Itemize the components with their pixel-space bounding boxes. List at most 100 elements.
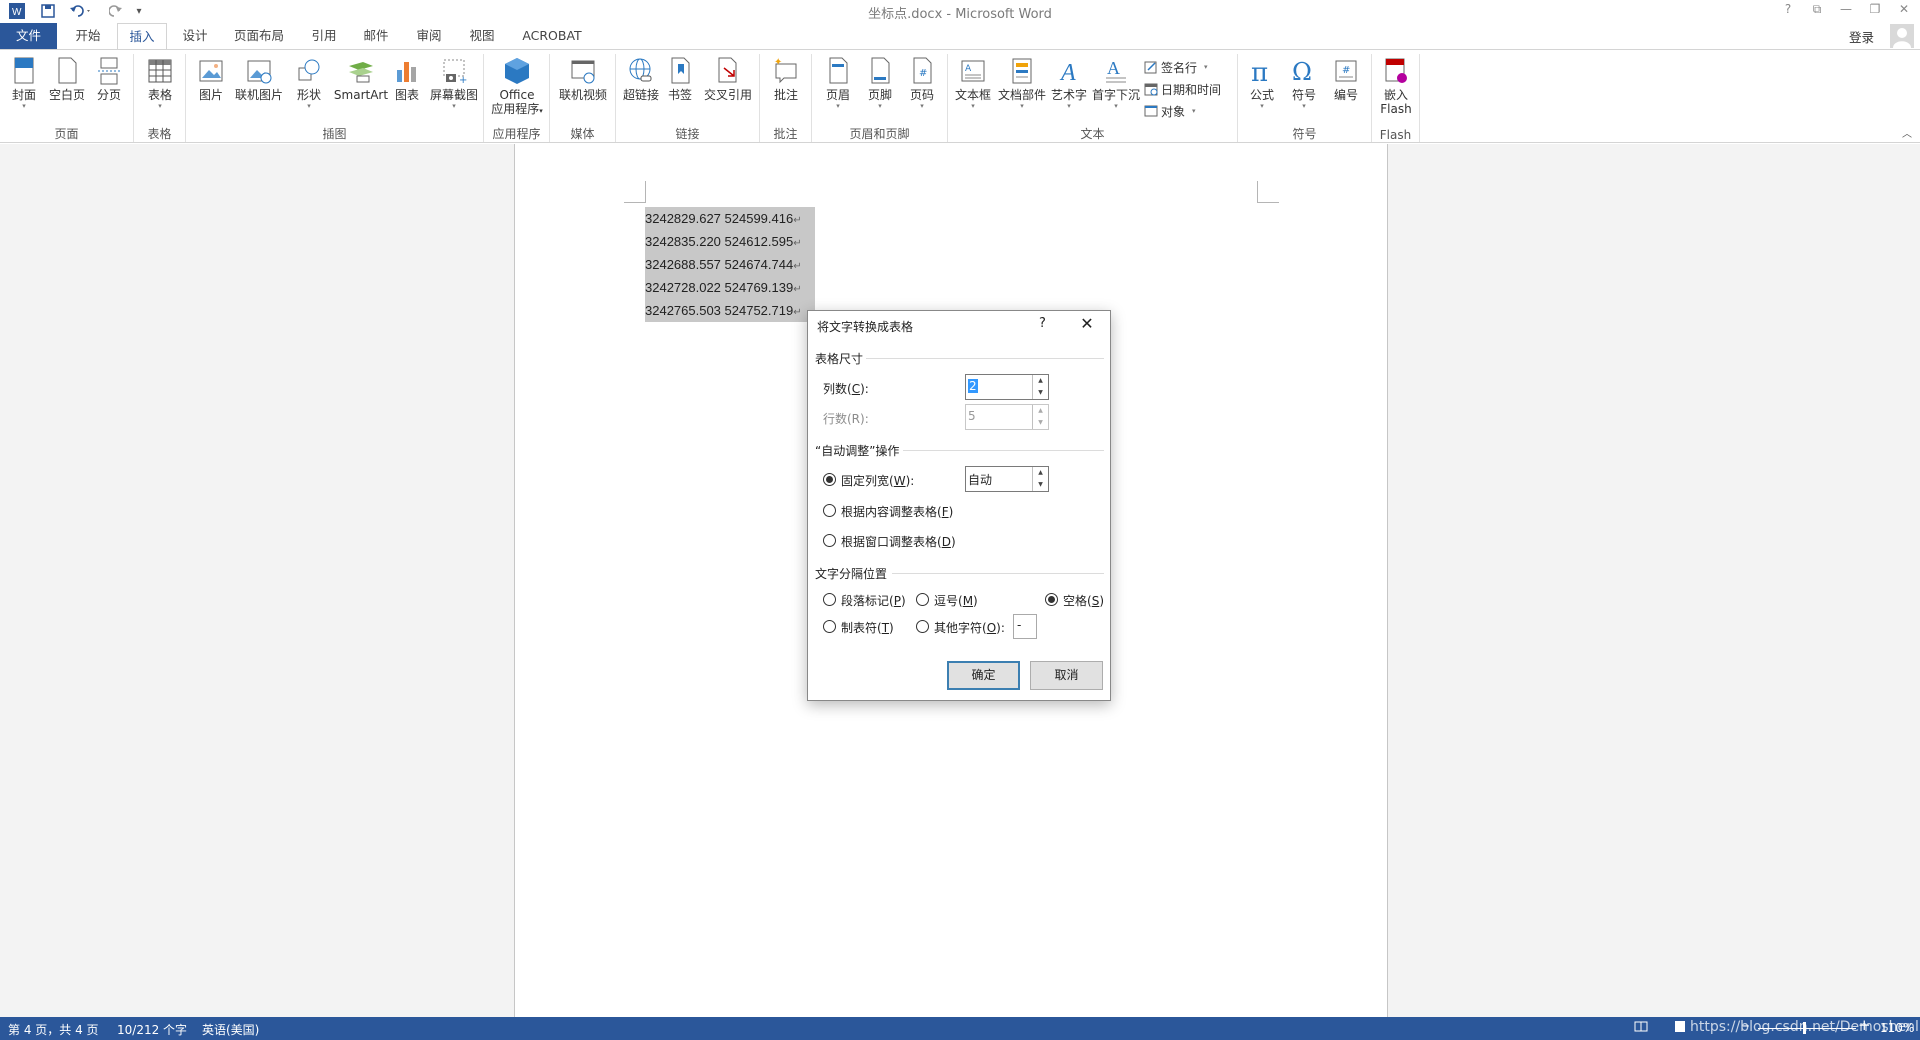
embed-flash-button[interactable]: 嵌入 Flash (1376, 56, 1416, 116)
ribbon-display-options-icon[interactable]: ⧉ (1803, 2, 1831, 20)
tab-mailings[interactable]: 邮件 (355, 23, 397, 49)
page-break-button[interactable]: 分页 (92, 56, 126, 102)
fixed-width-value[interactable]: 自动 (968, 471, 992, 488)
language-indicator[interactable]: 英语(美国) (202, 1021, 259, 1038)
drop-cap-button[interactable]: A 首字下沉 ▾ (1090, 56, 1142, 110)
status-bar: 第 4 页，共 4 页 10/212 个字 英语(美国) https://blo… (0, 1016, 1920, 1040)
read-mode-icon[interactable] (1634, 1019, 1650, 1037)
text-line[interactable]: 3242835.220 524612.595↵ (645, 230, 815, 253)
sep-other-input[interactable]: - (1013, 614, 1037, 639)
sign-in-link[interactable]: 登录 (1849, 27, 1874, 46)
tab-acrobat[interactable]: ACROBAT (515, 23, 589, 49)
spin-up-icon[interactable]: ▲ (1033, 467, 1048, 479)
number-button[interactable]: # 编号 (1326, 56, 1366, 102)
text-box-button[interactable]: A 文本框 ▾ (952, 56, 994, 110)
sep-space-radio[interactable] (1045, 593, 1058, 606)
tab-review[interactable]: 审阅 (408, 23, 450, 49)
hyperlink-icon (629, 58, 652, 82)
fixed-width-stepper[interactable]: 自动 ▲ ▼ (965, 466, 1049, 492)
new-comment-button[interactable]: ✦ 批注 (766, 56, 806, 102)
online-video-button[interactable]: 联机视频 (556, 56, 610, 102)
spin-down-icon[interactable]: ▼ (1033, 479, 1048, 491)
sep-space-label[interactable]: 空格(S) (1063, 592, 1104, 609)
section-divider (866, 358, 1104, 359)
chart-button[interactable]: 图表 (390, 56, 424, 102)
page-number-button[interactable]: # 页码 ▾ (902, 56, 942, 110)
group-label-symbols: 符号 (1292, 127, 1317, 141)
text-line[interactable]: 3242765.503 524752.719↵ (645, 299, 815, 322)
zoom-out-icon[interactable]: – (1742, 1016, 1750, 1034)
cancel-button[interactable]: 取消 (1030, 661, 1103, 690)
object-icon (1144, 105, 1158, 117)
minimize-icon[interactable]: — (1832, 2, 1860, 20)
quick-parts-button[interactable]: 文档部件 ▾ (996, 56, 1048, 110)
blank-page-button[interactable]: 空白页 (46, 56, 88, 102)
wordart-button[interactable]: A 艺术字 ▾ (1048, 56, 1090, 110)
page-count[interactable]: 第 4 页，共 4 页 (8, 1021, 99, 1038)
text-line[interactable]: 3242829.627 524599.416↵ (645, 207, 815, 230)
fixed-width-radio[interactable] (823, 473, 836, 486)
sep-paragraph-radio[interactable] (823, 593, 836, 606)
header-button[interactable]: 页眉 ▾ (818, 56, 858, 110)
cross-reference-icon (718, 57, 737, 83)
sep-paragraph-label[interactable]: 段落标记(P) (841, 592, 906, 609)
avatar[interactable] (1890, 24, 1914, 48)
object-button[interactable]: 对象 ▾ (1144, 102, 1196, 120)
columns-stepper[interactable]: 2 ▲ ▼ (965, 374, 1049, 400)
sep-tab-label[interactable]: 制表符(T) (841, 619, 894, 636)
bookmark-button[interactable]: 书签 (664, 56, 696, 102)
word-count[interactable]: 10/212 个字 (117, 1021, 187, 1038)
tab-home[interactable]: 开始 (67, 23, 109, 49)
columns-value[interactable]: 2 (968, 379, 978, 393)
office-apps-button[interactable]: Office 应用程序▾ (486, 56, 548, 118)
cross-reference-button[interactable]: 交叉引用 (700, 56, 756, 102)
zoom-slider-thumb[interactable] (1803, 1022, 1806, 1034)
autofit-window-radio[interactable] (823, 534, 836, 547)
autofit-window-label[interactable]: 根据窗口调整表格(D) (841, 533, 956, 550)
close-window-icon[interactable]: ✕ (1890, 2, 1918, 20)
text-line[interactable]: 3242688.557 524674.744↵ (645, 253, 815, 276)
zoom-level[interactable]: 110% (1880, 1021, 1914, 1035)
pictures-button[interactable]: 图片 (194, 56, 228, 102)
zoom-slider[interactable] (1758, 1028, 1856, 1029)
ok-button[interactable]: 确定 (947, 661, 1020, 690)
tab-design[interactable]: 设计 (174, 23, 216, 49)
dialog-help-button[interactable]: ? (1039, 316, 1046, 331)
fixed-width-label[interactable]: 固定列宽(W): (841, 472, 914, 489)
autofit-content-label[interactable]: 根据内容调整表格(F) (841, 503, 953, 520)
smartart-button[interactable]: SmartArt (330, 56, 392, 102)
tab-insert[interactable]: 插入 (117, 23, 167, 50)
hyperlink-button[interactable]: 超链接 (620, 56, 662, 102)
spin-up-icon[interactable]: ▲ (1033, 375, 1048, 387)
collapse-ribbon-icon[interactable]: ︿ (1902, 125, 1912, 140)
autofit-content-radio[interactable] (823, 504, 836, 517)
sep-comma-label[interactable]: 逗号(M) (934, 592, 978, 609)
shapes-button[interactable]: 形状 ▾ (290, 56, 328, 110)
dialog-close-icon[interactable]: ✕ (1076, 314, 1098, 334)
footer-button[interactable]: 页脚 ▾ (860, 56, 900, 110)
signature-line-button[interactable]: 签名行 ▾ (1144, 58, 1208, 76)
tab-layout[interactable]: 页面布局 (226, 23, 292, 49)
columns-spin-arrows[interactable]: ▲ ▼ (1032, 375, 1048, 399)
spin-down-icon[interactable]: ▼ (1033, 387, 1048, 399)
text-line[interactable]: 3242728.022 524769.139↵ (645, 276, 815, 299)
fixed-width-spin-arrows[interactable]: ▲ ▼ (1032, 467, 1048, 491)
print-layout-icon[interactable] (1673, 1019, 1689, 1037)
symbol-button[interactable]: Ω 符号 ▾ (1284, 56, 1324, 110)
screenshot-button[interactable]: + 屏幕截图 ▾ (426, 56, 482, 110)
tab-references[interactable]: 引用 (303, 23, 345, 49)
tab-view[interactable]: 视图 (461, 23, 503, 49)
sep-other-label[interactable]: 其他字符(O): (934, 619, 1005, 636)
zoom-in-icon[interactable]: + (1858, 1016, 1871, 1034)
restore-icon[interactable]: ❐ (1861, 2, 1889, 20)
date-time-button[interactable]: 日期和时间 (1144, 80, 1221, 98)
help-button[interactable]: ? (1774, 2, 1802, 20)
cover-page-button[interactable]: 封面 ▾ (6, 56, 42, 110)
tab-file[interactable]: 文件 (0, 23, 57, 49)
sep-comma-radio[interactable] (916, 593, 929, 606)
online-pictures-button[interactable]: 联机图片 (232, 56, 286, 102)
sep-other-radio[interactable] (916, 620, 929, 633)
table-button[interactable]: 表格 ▾ (140, 56, 180, 110)
sep-tab-radio[interactable] (823, 620, 836, 633)
equation-button[interactable]: π 公式 ▾ (1242, 56, 1282, 110)
